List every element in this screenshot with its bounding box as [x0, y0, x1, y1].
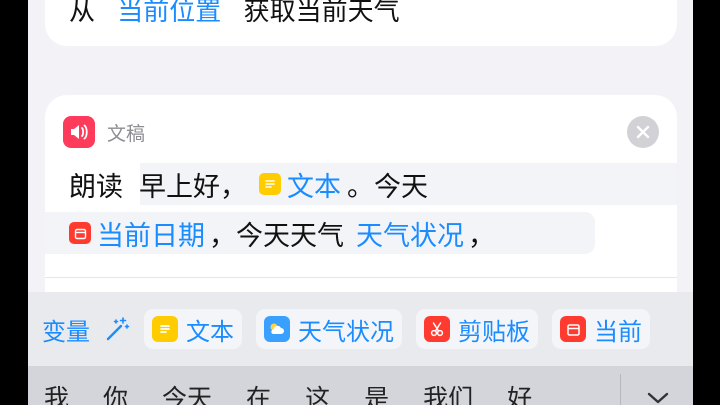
variable-chip-label: 文本 — [186, 317, 234, 346]
keyboard-candidate-bar: 我 你 今天 在 这 是 我们 好 — [28, 366, 693, 405]
weather-icon — [264, 316, 290, 342]
weather-suffix: 获取当前天气 — [243, 0, 400, 27]
weather-action-text: 从 当前位置 获取当前天气 — [69, 0, 400, 28]
variables-label: 变量 — [42, 317, 90, 346]
text-icon — [152, 316, 178, 342]
candidate-word[interactable]: 我 — [44, 383, 69, 405]
text-token-label: 文本 — [287, 171, 341, 203]
variable-chip-label: 当前 — [594, 317, 642, 346]
chevron-down-icon[interactable] — [646, 386, 670, 405]
text-variable-token[interactable]: 文本 — [259, 165, 341, 204]
variable-chip-text[interactable]: 文本 — [144, 309, 242, 349]
speaker-icon — [63, 116, 95, 148]
speak-text-action-card[interactable]: 文稿 朗读 早上好， 文本 。今天 当前日期 ，今天天气 天气状况 ， — [45, 95, 677, 315]
scissors-icon — [424, 316, 450, 342]
candidate-word[interactable]: 是 — [364, 383, 389, 405]
date-variable-token[interactable]: 当前日期 — [69, 214, 205, 253]
variable-chip-label: 天气状况 — [298, 317, 394, 346]
candidate-word[interactable]: 在 — [246, 383, 271, 405]
candidate-word[interactable]: 我们 — [423, 383, 473, 405]
card-divider — [45, 277, 677, 278]
variable-chip-current-date[interactable]: 当前 — [552, 309, 650, 349]
phone-screen: 从 当前位置 获取当前天气 文稿 朗读 早上好， 文本 。今天 当前日期 ，今天… — [28, 0, 693, 405]
candidate-word[interactable]: 这 — [305, 383, 330, 405]
weather-prefix: 从 — [69, 0, 96, 27]
speak-text-segment-4: ， — [468, 220, 495, 252]
speak-prefix: 朗读 — [69, 171, 123, 203]
text-icon — [259, 173, 281, 195]
weather-variable-token[interactable]: 天气状况 — [356, 214, 464, 253]
variable-chip-label: 剪贴板 — [458, 317, 530, 346]
weather-action-card[interactable]: 从 当前位置 获取当前天气 — [45, 0, 677, 46]
calendar-icon — [560, 316, 586, 342]
speak-line-1[interactable]: 朗读 早上好， 文本 。今天 — [45, 163, 677, 205]
candidate-separator — [620, 374, 621, 405]
variables-bar: 变量 文本 天气状况 剪贴板 当前 — [28, 292, 693, 366]
speak-text-segment-2: 。今天 — [347, 171, 428, 203]
speak-line-2[interactable]: 当前日期 ，今天天气 天气状况 ， — [45, 212, 677, 254]
card-header: 文稿 — [63, 116, 145, 148]
speak-text-segment-3: ，今天天气 — [209, 220, 344, 252]
calendar-icon — [69, 222, 91, 244]
variable-chip-clipboard[interactable]: 剪贴板 — [416, 309, 538, 349]
speak-text-segment: 早上好， — [139, 171, 247, 203]
close-icon[interactable] — [627, 116, 659, 148]
magic-wand-icon[interactable] — [100, 312, 134, 346]
location-token[interactable]: 当前位置 — [117, 0, 221, 27]
candidate-word[interactable]: 你 — [103, 383, 128, 405]
card-title: 文稿 — [107, 122, 146, 145]
candidate-word[interactable]: 今天 — [162, 383, 212, 405]
candidate-word[interactable]: 好 — [507, 383, 532, 405]
variable-chip-weather[interactable]: 天气状况 — [256, 309, 402, 349]
date-token-label: 当前日期 — [97, 220, 205, 252]
